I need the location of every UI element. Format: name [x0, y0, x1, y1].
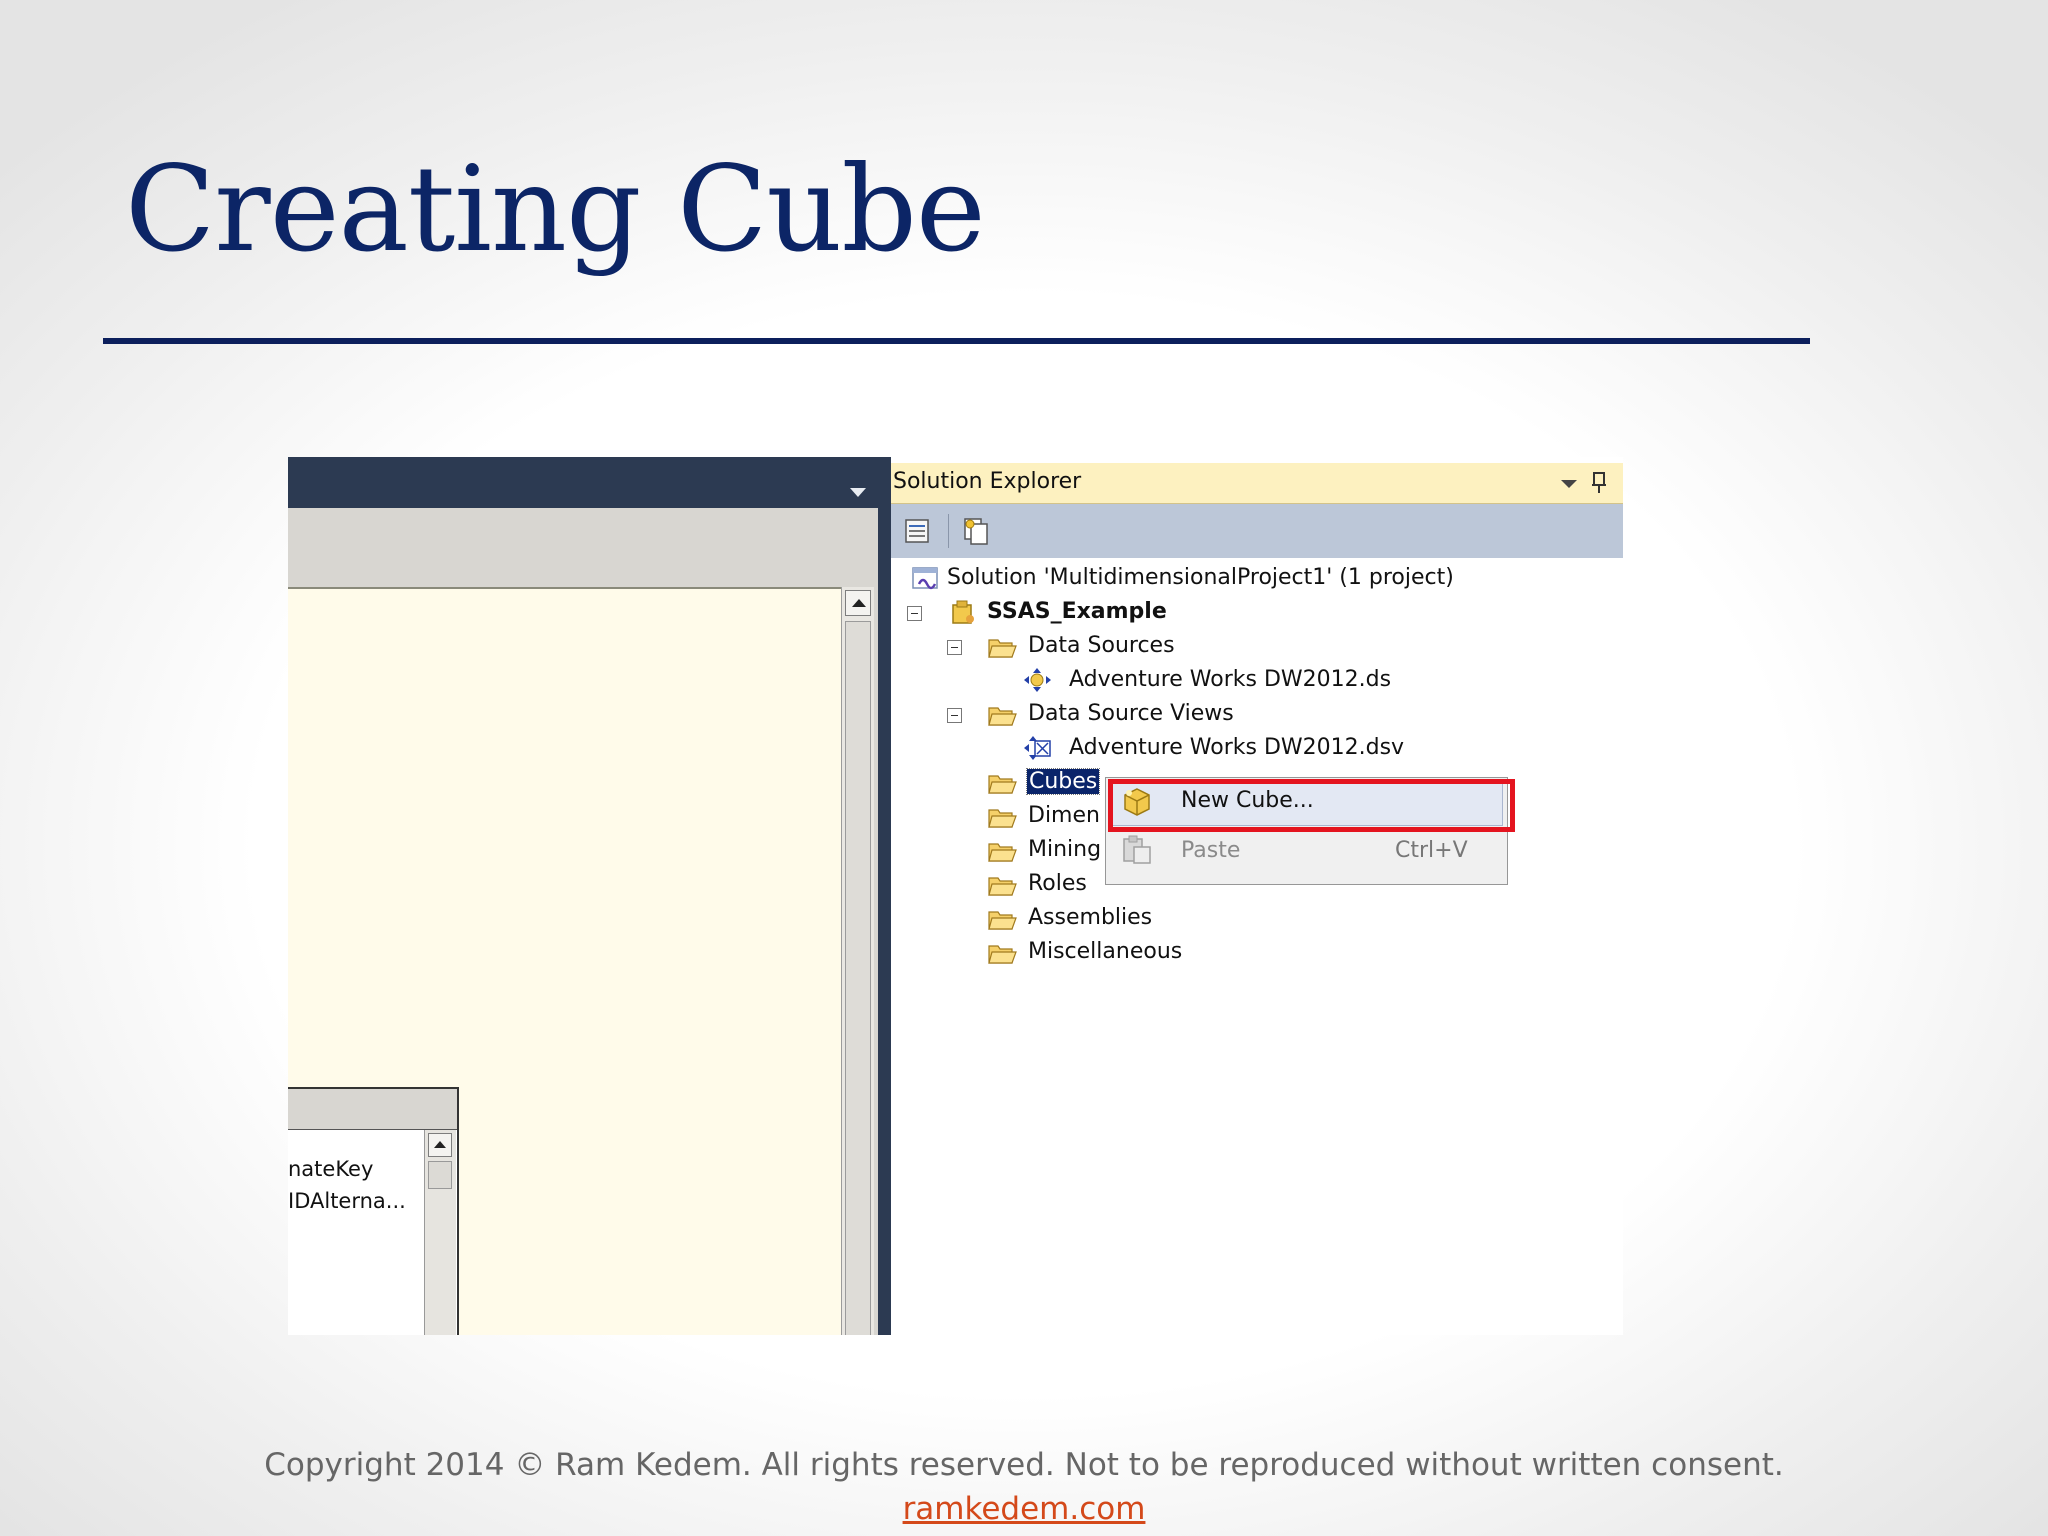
data-source-view-icon [1024, 736, 1051, 760]
scroll-up-button[interactable] [845, 590, 871, 616]
scroll-thumb[interactable] [845, 621, 871, 1335]
tree-item-label: SSAS_Example [987, 599, 1167, 624]
ide-top-bar [288, 457, 881, 508]
highlight-box [1108, 779, 1515, 832]
tree-item-data-source-view[interactable]: Adventure Works DW2012.dsv [891, 733, 1623, 765]
tree-item-solution[interactable]: Solution 'MultidimensionalProject1' (1 p… [891, 563, 1623, 595]
tree-item-assemblies[interactable]: Assemblies [891, 903, 1623, 935]
folder-open-icon [988, 639, 1017, 658]
folder-open-icon [988, 809, 1017, 828]
collapse-icon[interactable] [907, 606, 922, 621]
folder-open-icon [988, 707, 1017, 726]
data-source-icon [1024, 668, 1051, 692]
tree-item-data-source[interactable]: Adventure Works DW2012.ds [891, 665, 1623, 697]
tree-item-label: Adventure Works DW2012.dsv [1069, 735, 1405, 760]
project-icon [952, 600, 974, 624]
show-all-files-button[interactable] [961, 516, 991, 546]
pin-icon[interactable] [1591, 471, 1607, 501]
arrow-up-icon [434, 1141, 446, 1148]
table-scrollbar[interactable] [424, 1130, 456, 1335]
menu-item-paste[interactable]: Paste Ctrl+V [1106, 828, 1507, 876]
tree-item-label: Roles [1028, 871, 1087, 896]
column-label: nateKey [288, 1157, 374, 1181]
screenshot: nateKey IDAlterna... Solution Explorer S… [288, 457, 1623, 1335]
show-all-files-icon [964, 518, 988, 545]
table-object-header [288, 1089, 457, 1130]
solution-explorer-header: Solution Explorer [891, 463, 1623, 504]
pane-separator [878, 457, 891, 1335]
footer-link[interactable]: ramkedem.com [903, 1491, 1146, 1527]
properties-icon [905, 519, 929, 543]
folder-open-icon [988, 775, 1017, 794]
folder-open-icon [988, 843, 1017, 862]
slide-title: Creating Cube [125, 140, 986, 278]
arrow-up-icon [852, 599, 866, 607]
collapse-icon[interactable] [947, 640, 962, 655]
tree-item-miscellaneous[interactable]: Miscellaneous [891, 937, 1623, 969]
tree-item-data-sources[interactable]: Data Sources [891, 631, 1623, 663]
table-object[interactable]: nateKey IDAlterna... [288, 1087, 459, 1335]
toolbar-separator [948, 514, 949, 548]
scroll-thumb[interactable] [428, 1161, 452, 1189]
tree-item-label: Adventure Works DW2012.ds [1069, 667, 1392, 692]
designer-panel: nateKey IDAlterna... [288, 508, 878, 1335]
tree-item-label: Mining [1028, 837, 1102, 862]
solution-icon [912, 567, 938, 590]
tree-item-project[interactable]: SSAS_Example [891, 597, 1623, 629]
solution-explorer: Solution Explorer Solution 'Multidimensi… [891, 457, 1623, 1335]
folder-open-icon [988, 945, 1017, 964]
tree-item-label: Assemblies [1028, 905, 1153, 930]
folder-open-icon [988, 911, 1017, 930]
menu-item-label: Paste [1181, 838, 1241, 863]
tree-item-label: Cubes [1025, 768, 1101, 795]
tree-item-label: Data Source Views [1028, 701, 1234, 726]
pin-icon [1592, 472, 1606, 493]
properties-button[interactable] [903, 516, 933, 546]
collapse-icon[interactable] [947, 708, 962, 723]
solution-explorer-toolbar [891, 504, 1623, 558]
chevron-down-icon[interactable] [850, 488, 866, 497]
designer-scrollbar[interactable] [841, 587, 874, 1335]
tree-item-label: Miscellaneous [1028, 939, 1183, 964]
tree-item-data-source-views[interactable]: Data Source Views [891, 699, 1623, 731]
tree-item-label: Data Sources [1028, 633, 1175, 658]
menu-item-shortcut: Ctrl+V [1395, 838, 1468, 863]
chevron-down-icon[interactable] [1561, 480, 1577, 488]
footer-copyright: Copyright 2014 © Ram Kedem. All rights r… [264, 1447, 1784, 1483]
title-divider [103, 338, 1810, 344]
folder-open-icon [988, 877, 1017, 896]
tree-item-label: Dimen [1028, 803, 1100, 828]
tree-item-label: Solution 'MultidimensionalProject1' (1 p… [947, 565, 1454, 590]
panel-title: Solution Explorer [893, 469, 1082, 494]
scroll-up-button[interactable] [428, 1133, 452, 1157]
footer-link-wrap: ramkedem.com [0, 1491, 2048, 1527]
column-label: IDAlterna... [288, 1189, 406, 1213]
paste-icon [1123, 835, 1151, 864]
